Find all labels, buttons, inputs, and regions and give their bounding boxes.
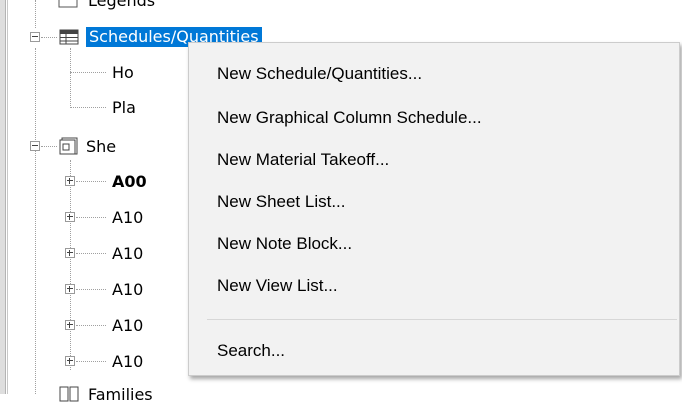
tree-item-label: A00 bbox=[112, 171, 147, 191]
tree-item-label: Families bbox=[88, 384, 153, 404]
tree-item-label: She bbox=[86, 136, 117, 156]
menu-item-new-schedule-quantities[interactable]: New Schedule/Quantities... bbox=[189, 57, 679, 91]
tree-guide-line bbox=[41, 146, 57, 147]
tree-item-families[interactable]: Families bbox=[88, 381, 153, 407]
tree-guide-line bbox=[70, 160, 71, 370]
tree-guide-line bbox=[76, 289, 106, 290]
tree-item-label: A10 bbox=[112, 207, 144, 227]
collapse-toggle[interactable] bbox=[30, 32, 40, 42]
tree-guide-line bbox=[70, 48, 71, 108]
tree-item-label: Legends bbox=[88, 0, 156, 10]
expand-toggle[interactable] bbox=[65, 248, 75, 258]
menu-item-search[interactable]: Search... bbox=[189, 334, 679, 368]
tree-guide-line bbox=[70, 72, 106, 73]
menu-item-new-sheet-list[interactable]: New Sheet List... bbox=[189, 185, 679, 219]
context-menu: New Schedule/Quantities... New Graphical… bbox=[188, 42, 680, 376]
tree-item-sheet[interactable]: A10 bbox=[112, 348, 143, 374]
tree-item-sheet[interactable]: A10 bbox=[112, 312, 143, 338]
tree-guide-line bbox=[76, 325, 106, 326]
tree-item-sheet[interactable]: A10 bbox=[112, 204, 143, 230]
expand-toggle[interactable] bbox=[65, 212, 75, 222]
tree-item-sheet[interactable]: A00 bbox=[112, 168, 147, 194]
tree-item-label: A10 bbox=[112, 315, 144, 335]
tree-guide-line bbox=[76, 253, 106, 254]
tree-guide-line bbox=[41, 37, 57, 38]
tree-item-sheet[interactable]: A10 bbox=[112, 240, 143, 266]
menu-separator bbox=[207, 319, 677, 320]
tree-item-label: A10 bbox=[112, 279, 144, 299]
tree-guide-line bbox=[76, 217, 106, 218]
tree-item-label: A10 bbox=[112, 243, 144, 263]
tree-item-sheets[interactable]: She bbox=[86, 133, 116, 159]
tree-guide-line bbox=[70, 107, 106, 108]
expand-toggle[interactable] bbox=[65, 284, 75, 294]
schedule-icon bbox=[59, 29, 79, 45]
tree-guide-line bbox=[76, 181, 106, 182]
expand-toggle[interactable] bbox=[65, 320, 75, 330]
menu-item-new-material-takeoff[interactable]: New Material Takeoff... bbox=[189, 143, 679, 177]
tree-item-schedule-child[interactable]: Pla bbox=[112, 94, 136, 120]
tree-guide-line bbox=[35, 48, 36, 394]
tree-item-schedule-child[interactable]: Ho bbox=[112, 59, 134, 85]
expand-toggle[interactable] bbox=[65, 356, 75, 366]
tree-item-label: Ho bbox=[112, 62, 134, 82]
menu-item-new-view-list[interactable]: New View List... bbox=[189, 269, 679, 303]
menu-item-new-graphical-column-schedule[interactable]: New Graphical Column Schedule... bbox=[189, 101, 679, 135]
tree-item-label: Pla bbox=[112, 97, 136, 117]
sheet-icon bbox=[59, 137, 79, 155]
family-icon bbox=[59, 386, 79, 402]
collapse-toggle[interactable] bbox=[30, 141, 40, 151]
tree-item-sheet[interactable]: A10 bbox=[112, 276, 143, 302]
tree-item-label: A10 bbox=[112, 351, 144, 371]
menu-item-new-note-block[interactable]: New Note Block... bbox=[189, 227, 679, 261]
tree-guide-line bbox=[35, 0, 36, 28]
tree-item-legends[interactable]: Legends bbox=[88, 0, 155, 13]
expand-toggle[interactable] bbox=[65, 176, 75, 186]
legend-icon bbox=[58, 0, 78, 8]
tree-guide-line bbox=[76, 361, 106, 362]
